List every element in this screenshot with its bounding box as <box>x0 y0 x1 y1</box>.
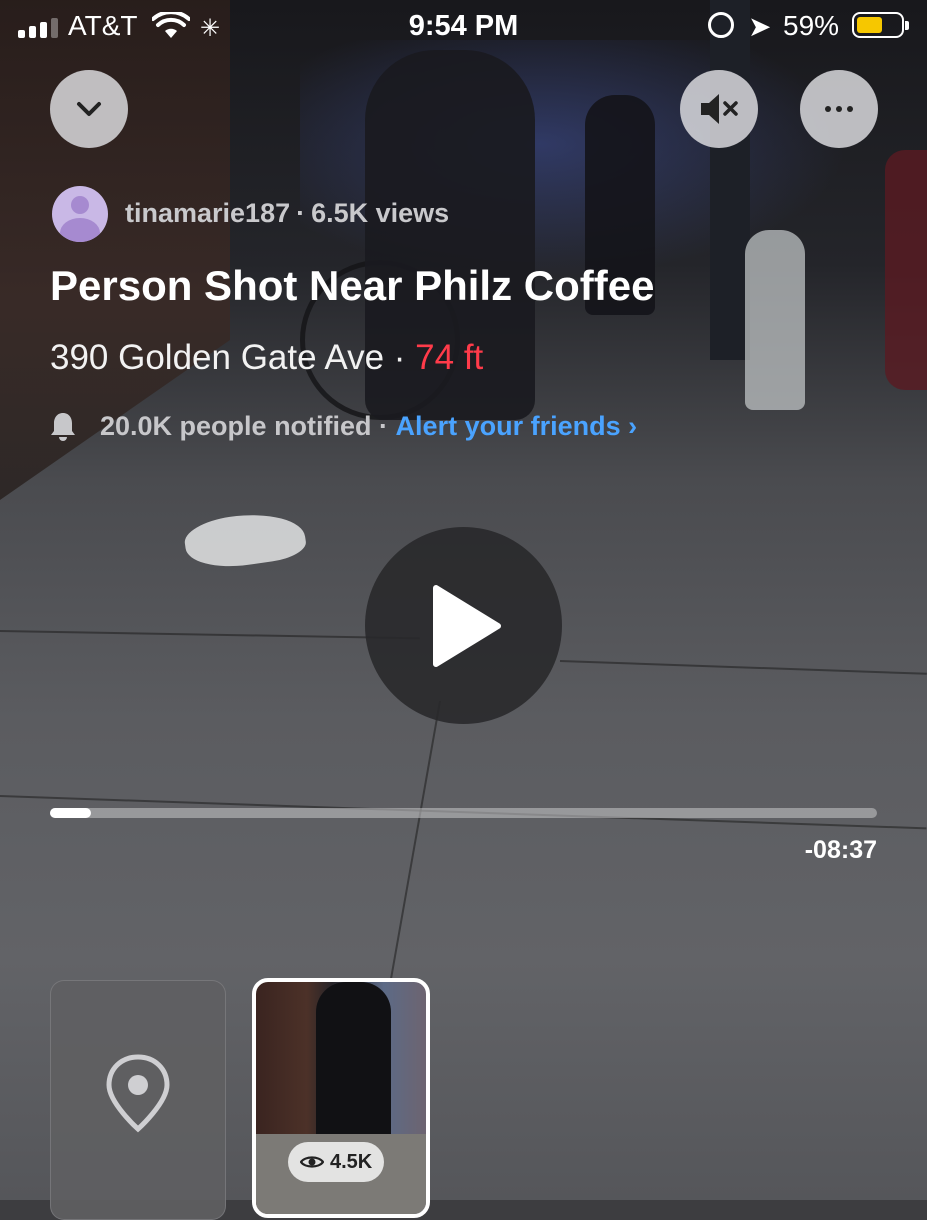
map-pin-icon <box>106 1054 170 1133</box>
incident-title: Person Shot Near Philz Coffee <box>50 262 655 309</box>
more-options-button[interactable] <box>800 70 878 148</box>
alert-friends-link[interactable]: Alert your friends › <box>396 411 638 442</box>
notified-count: 20.0K people notified <box>100 410 372 441</box>
rotation-lock-icon <box>708 12 734 38</box>
litter <box>182 506 308 574</box>
play-icon <box>432 584 501 667</box>
incident-location: 390 Golden Gate Ave · 74 ft <box>50 338 483 378</box>
sidewalk-seam <box>559 660 927 675</box>
collapse-button[interactable] <box>50 70 128 148</box>
video-thumbnail[interactable]: 4.5K <box>252 978 430 1218</box>
video-progress-bar[interactable] <box>50 808 877 818</box>
user-avatar[interactable] <box>52 186 108 242</box>
play-button[interactable] <box>365 527 562 724</box>
thumbnail-view-count: 4.5K <box>330 1150 373 1173</box>
speaker-muted-icon <box>701 94 738 124</box>
sidewalk-seam <box>0 630 420 640</box>
separator-dot: · <box>296 198 306 228</box>
thumbnail-view-badge: 4.5K <box>288 1142 385 1182</box>
username[interactable]: tinamarie187 <box>125 198 290 228</box>
fire-hydrant <box>745 230 805 410</box>
separator-dot: · <box>371 410 396 441</box>
address: 390 Golden Gate Ave <box>50 338 385 377</box>
view-count: 6.5K views <box>311 198 450 228</box>
battery-icon <box>852 12 909 38</box>
post-meta: tinamarie187 · 6.5K views <box>125 198 449 229</box>
bell-icon <box>51 413 75 441</box>
separator-dot: · <box>384 338 416 377</box>
progress-fill <box>50 808 92 818</box>
status-bar: AT&T ✳ 9:54 PM ➤ 59% <box>0 0 927 52</box>
location-arrow-icon: ➤ <box>748 11 772 42</box>
eye-icon <box>300 1156 324 1168</box>
chevron-down-icon <box>77 102 101 116</box>
street-pole <box>710 0 750 360</box>
parked-car <box>885 150 927 390</box>
map-thumbnail[interactable] <box>50 980 226 1220</box>
mute-button[interactable] <box>680 70 758 148</box>
notification-row: 20.0K people notified · Alert your frien… <box>48 410 637 442</box>
more-icon <box>825 106 853 112</box>
time-remaining: -08:37 <box>804 836 877 864</box>
battery-fill <box>857 17 882 33</box>
distance: 74 ft <box>415 338 484 377</box>
battery-percent: 59% <box>783 10 840 41</box>
